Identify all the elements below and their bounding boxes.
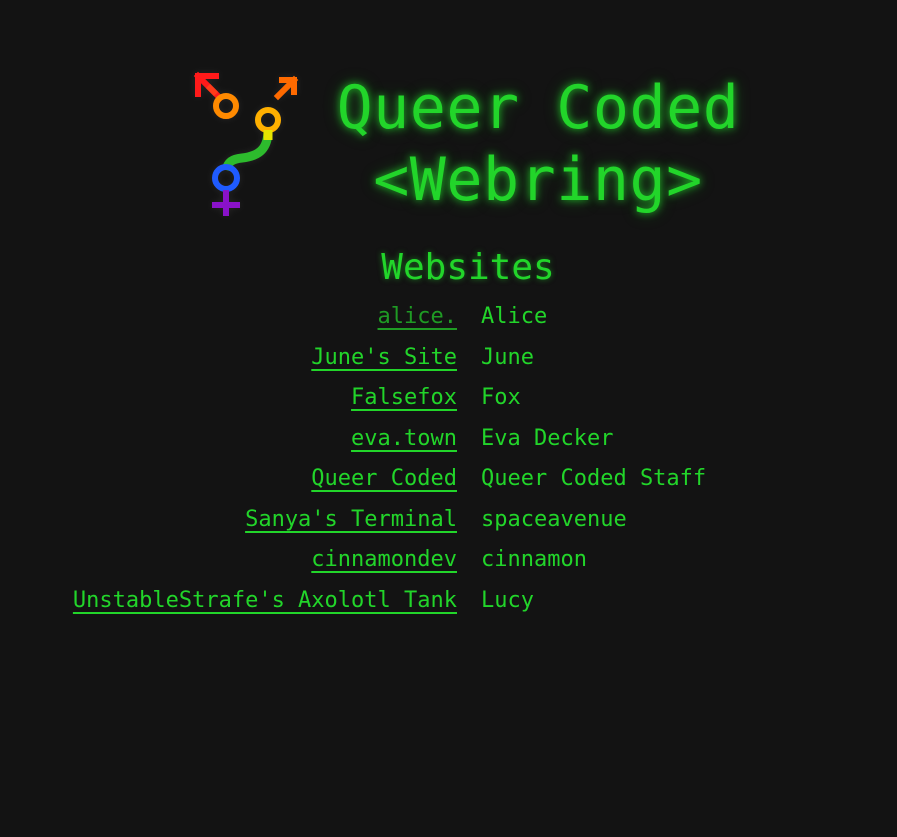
list-item: UnstableStrafe's Axolotl Tank Lucy bbox=[0, 584, 897, 625]
title-line-1: Queer Coded bbox=[336, 73, 740, 143]
header: Queer Coded <Webring> bbox=[190, 66, 790, 226]
site-link[interactable]: alice. bbox=[378, 302, 457, 332]
list-item: cinnamondev cinnamon bbox=[0, 543, 897, 584]
site-owner: cinnamon bbox=[481, 547, 587, 572]
rainbow-gender-symbols-logo-icon bbox=[193, 71, 299, 216]
list-item: Sanya's Terminal spaceavenue bbox=[0, 503, 897, 544]
site-owner: Alice bbox=[481, 304, 548, 329]
site-link[interactable]: cinnamondev bbox=[311, 545, 457, 575]
site-owner: Fox bbox=[481, 385, 521, 410]
site-owner: spaceavenue bbox=[481, 506, 627, 532]
list-item: eva.town Eva Decker bbox=[0, 422, 897, 463]
list-item: alice. Alice bbox=[0, 300, 897, 341]
site-owner: Eva Decker bbox=[481, 425, 614, 451]
site-link[interactable]: Falsefox bbox=[351, 383, 457, 413]
list-item: June's Site June bbox=[0, 341, 897, 382]
site-owner: Lucy bbox=[481, 587, 534, 613]
webring-page: Queer Coded <Webring> Websites alice. Al… bbox=[0, 0, 897, 837]
websites-list: alice. Alice June's Site June Falsefox F… bbox=[0, 300, 897, 624]
site-owner: Queer Coded Staff bbox=[481, 466, 707, 491]
site-link[interactable]: Sanya's Terminal bbox=[245, 505, 457, 535]
site-link[interactable]: eva.town bbox=[351, 424, 457, 454]
list-item: Queer Coded Queer Coded Staff bbox=[0, 462, 897, 503]
site-title: Queer Coded <Webring> bbox=[328, 72, 748, 216]
websites-heading: Websites bbox=[381, 247, 555, 288]
site-link[interactable]: UnstableStrafe's Axolotl Tank bbox=[73, 586, 457, 616]
title-line-2: <Webring> bbox=[373, 145, 703, 215]
site-link[interactable]: June's Site bbox=[311, 343, 457, 373]
site-owner: June bbox=[481, 344, 534, 370]
site-link[interactable]: Queer Coded bbox=[311, 464, 457, 494]
list-item: Falsefox Fox bbox=[0, 381, 897, 422]
